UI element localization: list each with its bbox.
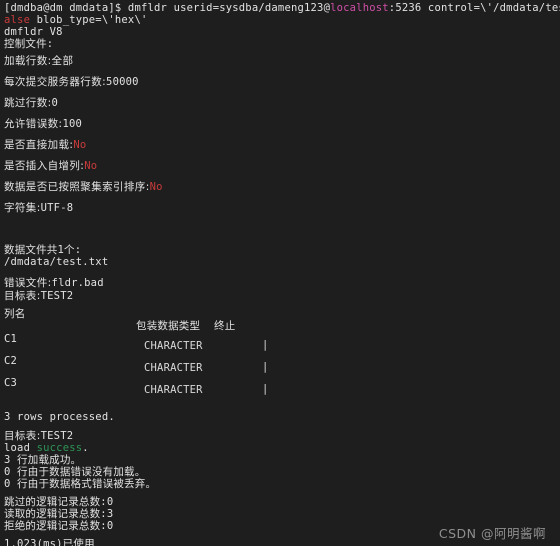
- option-label: 每次提交服务器行数:: [4, 76, 107, 88]
- shell-prompt: [dmdba@dm dmdata]$: [4, 2, 128, 14]
- csdn-watermark: CSDN @阿明酱啊: [438, 526, 546, 541]
- table-row-type: CHARACTER: [144, 362, 203, 374]
- table-row: C2: [4, 355, 18, 367]
- option-skip-rows: 跳过行数:0: [4, 97, 58, 109]
- summary-target-table: 目标表:TEST2: [4, 430, 73, 442]
- summary-target-table-name: TEST2: [40, 430, 74, 442]
- table-row-type: CHARACTER: [144, 384, 203, 396]
- rows-processed-line: 3 rows processed.: [4, 411, 115, 423]
- option-label: 字符集:: [4, 202, 41, 214]
- option-value: 100: [62, 118, 83, 130]
- loaded-rows-line: 3 行加载成功。: [4, 454, 82, 466]
- control-file-label: 控制文件:: [4, 38, 54, 50]
- columns-header-name: 列名: [4, 308, 26, 320]
- target-table-line: 目标表:TEST2: [4, 290, 73, 302]
- option-value: 0: [51, 97, 59, 109]
- target-table-name: TEST2: [40, 290, 74, 302]
- option-label: 数据是否已按照聚集索引排序:: [4, 181, 150, 193]
- terminal-window: [dmdba@dm dmdata]$ dmfldr userid=sysdba/…: [0, 0, 560, 546]
- option-value: No: [73, 139, 87, 151]
- load-period: .: [82, 442, 89, 454]
- load-word: load: [4, 442, 37, 454]
- skipped-records-line: 跳过的逻辑记录总数:0: [4, 496, 114, 508]
- error-rows-line: 0 行由于数据错误没有加载。: [4, 466, 146, 478]
- option-label: 是否插入自增列:: [4, 160, 85, 172]
- data-file-count-label: 数据文件共1个:: [4, 244, 82, 256]
- table-row-terminator: |: [262, 339, 269, 351]
- command-line-row1: [dmdba@dm dmdata]$ dmfldr userid=sysdba/…: [4, 2, 560, 14]
- read-records-line: 读取的逻辑记录总数:3: [4, 508, 114, 520]
- option-commit-rows: 每次提交服务器行数:50000: [4, 76, 139, 88]
- option-value: UTF-8: [40, 202, 74, 214]
- option-value: No: [84, 160, 98, 172]
- table-row: C1: [4, 333, 18, 345]
- option-label: 加载行数:: [4, 55, 52, 67]
- table-row-type: CHARACTER: [144, 340, 203, 352]
- option-allowed-errors: 允许错误数:100: [4, 118, 82, 130]
- status-badge: success: [36, 442, 83, 454]
- option-label: 是否直接加载:: [4, 139, 74, 151]
- option-charset: 字符集:UTF-8: [4, 202, 73, 214]
- columns-header-term: 终止: [214, 320, 236, 332]
- bad-file-line: 错误文件:fldr.bad: [4, 277, 104, 289]
- option-sorted-by-cluster-index: 数据是否已按照聚集索引排序:No: [4, 181, 163, 193]
- option-load-rows: 加载行数:全部: [4, 55, 73, 67]
- data-file-path: /dmdata/test.txt: [4, 256, 109, 268]
- command-host: localhost: [330, 2, 389, 14]
- option-label: 跳过行数:: [4, 97, 52, 109]
- option-value: No: [149, 181, 163, 193]
- option-direct-load: 是否直接加载:No: [4, 139, 86, 151]
- load-status-line: load success.: [4, 442, 89, 454]
- command-line-row2: alse blob_type=\'hex\': [4, 14, 147, 26]
- option-value: 50000: [106, 76, 139, 88]
- elapsed-time-line: 1.023(ms)已使用: [4, 538, 95, 546]
- rejected-records-line: 拒绝的逻辑记录总数:0: [4, 520, 114, 532]
- option-value: 全部: [51, 55, 74, 67]
- option-label: 允许错误数:: [4, 118, 63, 130]
- columns-header-type: 包装数据类型: [136, 320, 201, 332]
- table-row-terminator: |: [262, 383, 269, 395]
- table-row: C3: [4, 377, 18, 389]
- discarded-rows-line: 0 行由于数据格式错误被丢弃。: [4, 478, 157, 490]
- summary-target-table-label: 目标表:: [4, 430, 41, 442]
- option-identity-insert: 是否插入自增列:No: [4, 160, 97, 172]
- bad-file-label: 错误文件:: [4, 277, 52, 289]
- command-text-part2: :5236 control=\'/dmdata/test.ctl\' direc…: [388, 2, 560, 14]
- target-table-label: 目标表:: [4, 290, 41, 302]
- command-wrap-rest: blob_type=\'hex\': [30, 14, 148, 26]
- table-row-terminator: |: [262, 361, 269, 373]
- bad-file-name: fldr.bad: [51, 277, 104, 289]
- dmfldr-version: dmfldr V8: [4, 26, 63, 38]
- command-wrap-red: alse: [4, 14, 31, 26]
- command-text-part1: dmfldr userid=sysdba/dameng123@: [127, 2, 331, 14]
